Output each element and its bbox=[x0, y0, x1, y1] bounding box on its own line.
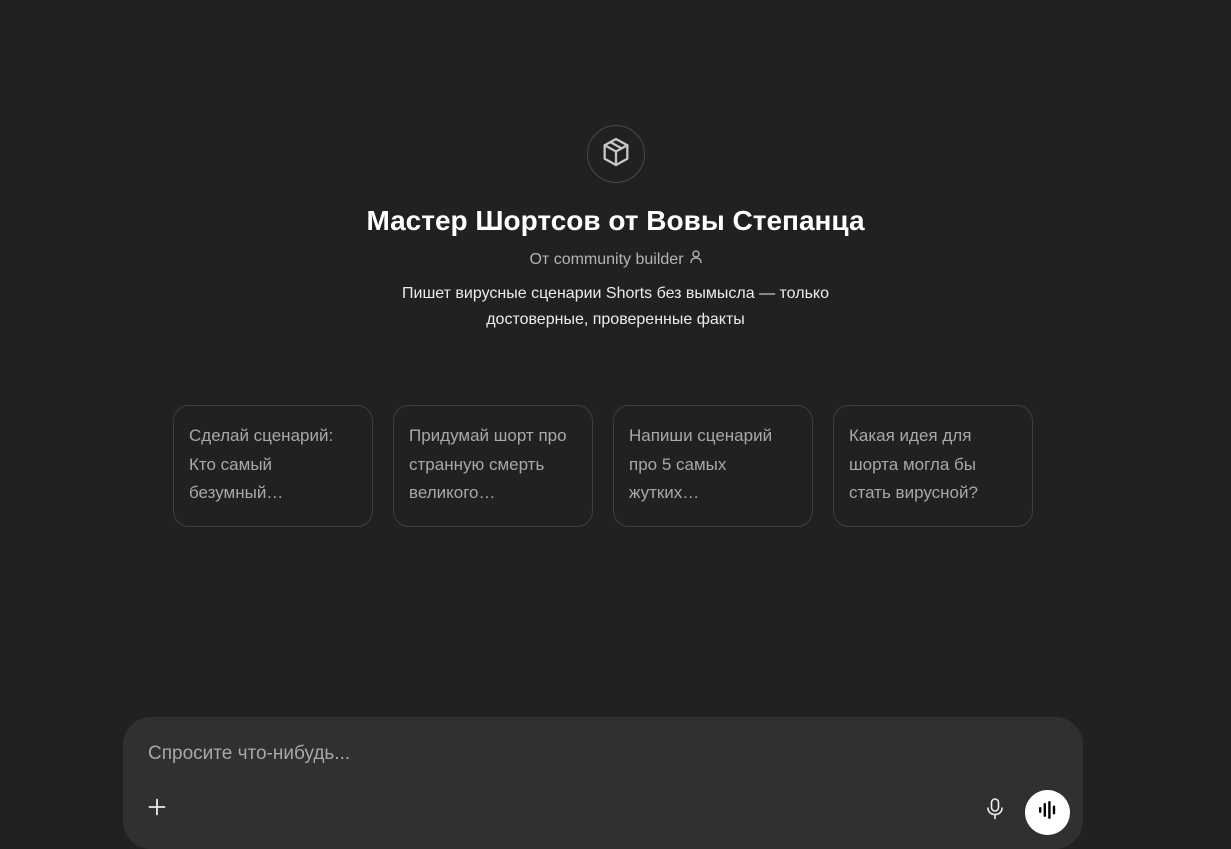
starter-card[interactable]: Сделай сценарий: Кто самый безумный… bbox=[173, 405, 373, 527]
author-label: От community builder bbox=[529, 251, 684, 268]
starter-card[interactable]: Какая идея для шорта могла бы стать виру… bbox=[833, 405, 1033, 527]
starter-text: Напиши сценарий про 5 самых жутких… bbox=[629, 426, 773, 502]
starter-card[interactable]: Придумай шорт про странную смерть велико… bbox=[393, 405, 593, 527]
gpt-header: Мастер Шортсов от Вовы Степанца От commu… bbox=[0, 125, 1231, 333]
chat-page: Мастер Шортсов от Вовы Степанца От commu… bbox=[0, 0, 1231, 849]
starter-text: Сделай сценарий: Кто самый безумный… bbox=[189, 426, 334, 502]
person-icon bbox=[689, 249, 702, 271]
starter-text: Какая идея для шорта могла бы стать виру… bbox=[849, 426, 978, 502]
gpt-author[interactable]: От community builder bbox=[529, 249, 702, 271]
starter-text: Придумай шорт про странную смерть велико… bbox=[409, 426, 567, 502]
message-input[interactable] bbox=[148, 740, 968, 768]
gpt-description: Пишет вирусные сценарии Shorts без вымыс… bbox=[402, 285, 829, 328]
starter-card[interactable]: Напиши сценарий про 5 самых жутких… bbox=[613, 405, 813, 527]
gpt-avatar bbox=[586, 125, 645, 183]
plus-icon bbox=[147, 797, 167, 822]
conversation-starters: Сделай сценарий: Кто самый безумный… При… bbox=[173, 405, 1033, 527]
message-composer bbox=[123, 717, 1083, 849]
dictate-button[interactable] bbox=[981, 797, 1009, 825]
attach-button[interactable] bbox=[143, 795, 171, 823]
microphone-icon bbox=[986, 797, 1004, 825]
voice-mode-icon bbox=[1038, 801, 1058, 824]
voice-mode-button[interactable] bbox=[1025, 790, 1070, 835]
cube-icon bbox=[599, 135, 633, 174]
gpt-title: Мастер Шортсов от Вовы Степанца bbox=[366, 205, 865, 236]
